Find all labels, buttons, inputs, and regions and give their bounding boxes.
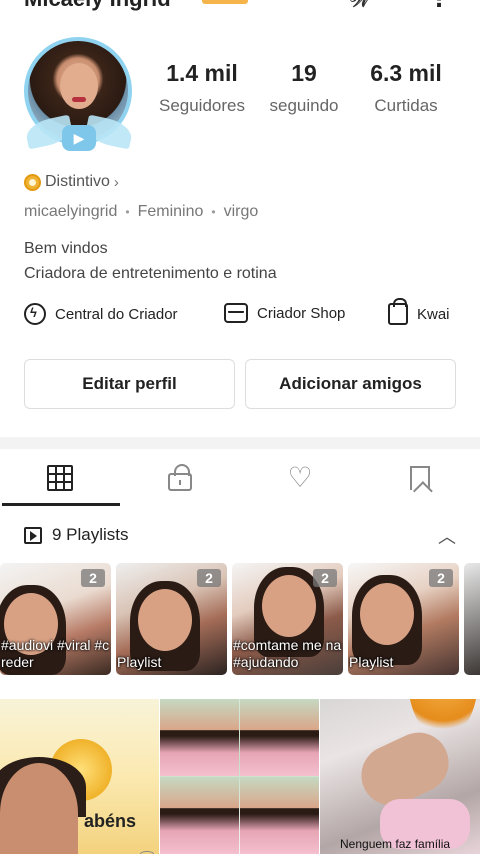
playlist-count: 2 bbox=[429, 569, 453, 587]
video-thumbnail[interactable]: abéns bbox=[0, 699, 159, 854]
username: micaelyingrid bbox=[24, 203, 118, 220]
active-tab-indicator bbox=[2, 503, 120, 506]
creator-center-link[interactable]: Central do Criador bbox=[24, 303, 178, 325]
thumbnail-face bbox=[138, 589, 192, 651]
tab-private[interactable] bbox=[120, 449, 240, 507]
stat-label: Seguidores bbox=[158, 96, 245, 115]
profile-meta: micaelyingrid • Feminino • virgo bbox=[24, 203, 258, 221]
stat-likes[interactable]: 6.3 mil Curtidas bbox=[360, 60, 452, 116]
chevron-right-icon: › bbox=[113, 173, 119, 191]
playlist-caption: Playlist bbox=[349, 654, 394, 670]
collage-tile bbox=[160, 777, 239, 854]
heart-icon: ♡ bbox=[287, 462, 313, 493]
playlist-card[interactable]: 2 #audiovi #viral #creder bbox=[0, 563, 111, 675]
creator-shop-link[interactable]: Criador Shop bbox=[224, 303, 345, 323]
video-caption: Nenguem faz família bbox=[340, 837, 451, 851]
playlists-title: 9 Playlists bbox=[52, 525, 129, 544]
stat-value: 6.3 mil bbox=[370, 60, 442, 86]
playlist-count: 2 bbox=[197, 569, 221, 587]
creator-links: Central do Criador Criador Shop Kwai bbox=[0, 298, 480, 333]
gender: Feminino bbox=[137, 203, 204, 220]
collage-tile bbox=[240, 699, 319, 776]
avatar-lips bbox=[72, 97, 86, 102]
lock-icon bbox=[168, 464, 192, 491]
section-divider bbox=[0, 437, 480, 449]
badge-link[interactable]: Distintivo › bbox=[24, 173, 119, 191]
video-caption: abéns bbox=[84, 811, 137, 831]
kwai-link[interactable]: Kwai bbox=[388, 298, 450, 325]
badge-icon bbox=[24, 173, 41, 191]
playlist-caption: Playlist bbox=[117, 654, 162, 670]
zodiac-sign: virgo bbox=[223, 203, 259, 220]
avatar-face bbox=[60, 63, 98, 109]
playlist-card[interactable]: 2 Playlist bbox=[116, 563, 227, 675]
playlist-caption: #audiovi #viral #creder bbox=[1, 637, 110, 670]
stat-followers[interactable]: 1.4 mil Seguidores bbox=[152, 60, 252, 116]
stat-value: 19 bbox=[291, 60, 317, 86]
profile-name: Micaely Ingrid bbox=[24, 0, 171, 12]
grid-icon bbox=[47, 465, 73, 491]
more-vertical-icon[interactable]: ⋮ bbox=[428, 0, 450, 12]
collage-tile bbox=[160, 699, 239, 776]
playlist-caption: #comtame me na #ajudando bbox=[233, 637, 342, 670]
name-badge-icon bbox=[202, 0, 248, 4]
link-label: Criador Shop bbox=[257, 304, 346, 322]
separator-dot: • bbox=[125, 205, 130, 219]
video-thumbnail[interactable]: Nenguem faz família bbox=[320, 699, 480, 854]
link-label: Central do Criador bbox=[55, 305, 178, 323]
playlist-card[interactable]: 2 #comtame me na #ajudando bbox=[232, 563, 343, 675]
add-friends-button[interactable]: Adicionar amigos bbox=[245, 359, 456, 409]
tab-posts[interactable] bbox=[0, 449, 120, 507]
playlist-card-partial[interactable] bbox=[464, 563, 480, 675]
shop-icon bbox=[224, 303, 248, 323]
bag-icon bbox=[388, 298, 408, 325]
tab-liked[interactable]: ♡ bbox=[240, 449, 360, 507]
signature-icon[interactable]: 𝓦 bbox=[350, 0, 371, 12]
stat-label: seguindo bbox=[269, 96, 339, 115]
avatar[interactable]: ▶ bbox=[20, 33, 138, 151]
link-label: Kwai bbox=[417, 305, 450, 323]
edit-profile-button[interactable]: Editar perfil bbox=[24, 359, 235, 409]
separator-dot: • bbox=[211, 205, 216, 219]
thumbnail-face bbox=[262, 575, 316, 637]
bio-line: Bem vindos bbox=[24, 240, 108, 257]
thumbnail-person bbox=[0, 763, 78, 854]
stat-label: Curtidas bbox=[374, 96, 438, 115]
video-thumbnail[interactable] bbox=[160, 699, 319, 854]
bio-line: Criadora de entretenimento e rotina bbox=[24, 265, 277, 282]
top-bar: Micaely Ingrid 𝓦 ⋮ bbox=[0, 0, 480, 16]
tab-saved[interactable] bbox=[360, 449, 480, 507]
bio: Bem vindos Criadora de entretenimento e … bbox=[24, 236, 277, 286]
thumbnail-face bbox=[360, 583, 414, 645]
stat-following[interactable]: 19 seguindo bbox=[252, 60, 356, 116]
stat-value: 1.4 mil bbox=[166, 60, 238, 86]
playlists-header[interactable]: 9 Playlists ︿ bbox=[24, 523, 456, 547]
playlist-count: 2 bbox=[313, 569, 337, 587]
bookmark-icon bbox=[410, 466, 430, 490]
collage-tile bbox=[240, 777, 319, 854]
lightning-circle-icon bbox=[24, 303, 46, 325]
badge-label: Distintivo bbox=[45, 173, 110, 190]
playlist-card[interactable]: 2 Playlist bbox=[348, 563, 459, 675]
chevron-up-icon[interactable]: ︿ bbox=[438, 523, 456, 549]
playlist-icon bbox=[24, 526, 42, 544]
profile-tabs: ♡ bbox=[0, 449, 480, 507]
playlist-count: 2 bbox=[81, 569, 105, 587]
camera-icon[interactable]: ▶ bbox=[62, 125, 96, 151]
